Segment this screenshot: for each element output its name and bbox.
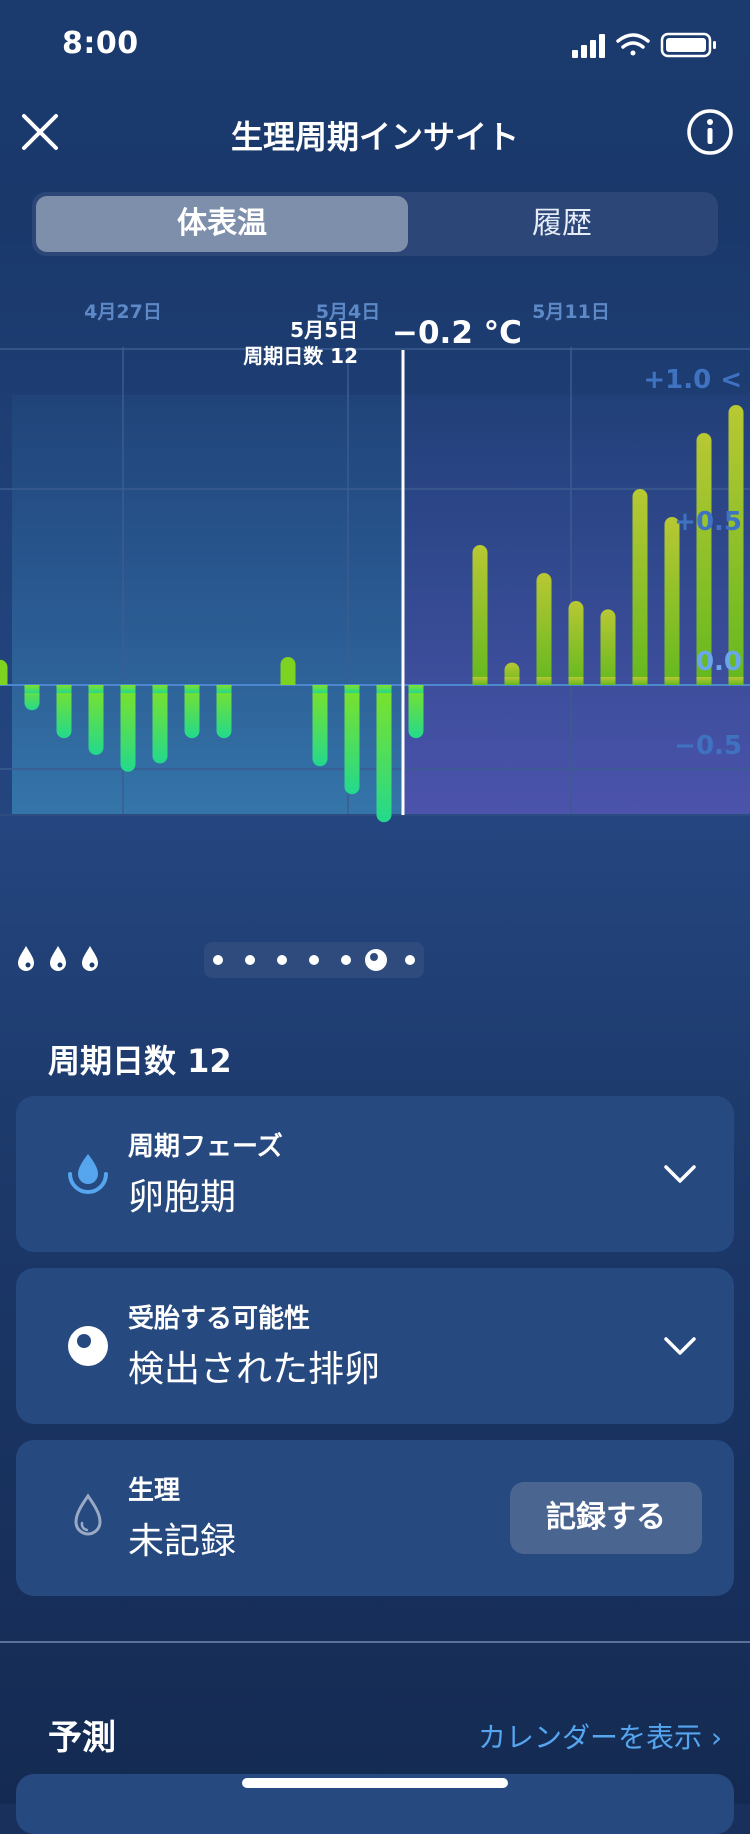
drop-icon bbox=[50, 946, 66, 971]
y-tick-label: 0.0 bbox=[696, 647, 742, 677]
chevron-down-icon[interactable] bbox=[662, 1328, 698, 1364]
pager-dot-active[interactable] bbox=[364, 948, 388, 972]
pager-dot[interactable] bbox=[245, 955, 255, 965]
temperature-bar[interactable] bbox=[152, 685, 168, 764]
temperature-bar[interactable] bbox=[312, 685, 328, 767]
info-icon[interactable] bbox=[686, 108, 734, 156]
phase-drop-icon bbox=[68, 1154, 108, 1194]
y-tick-label: +0.5 bbox=[674, 507, 742, 537]
temperature-bar-base bbox=[472, 677, 488, 685]
temperature-bar-base bbox=[120, 685, 136, 693]
wifi-icon bbox=[616, 33, 650, 56]
signal-icon bbox=[572, 34, 605, 58]
chart-pager[interactable] bbox=[204, 942, 424, 978]
temperature-bar-base bbox=[280, 677, 296, 685]
battery-icon bbox=[660, 32, 716, 58]
pager-dot[interactable] bbox=[405, 955, 415, 965]
page-title: 生理周期インサイト bbox=[230, 118, 519, 156]
tab-body-temperature[interactable]: 体表温 bbox=[36, 196, 408, 252]
drop-icon bbox=[18, 946, 34, 971]
x-tick-label: 5月11日 bbox=[532, 301, 610, 323]
prediction-title: 予測 bbox=[48, 1718, 116, 1758]
cycle-phase-card[interactable]: 周期フェーズ 卵胞期 bbox=[16, 1096, 734, 1252]
card-value: 未記録 bbox=[128, 1521, 237, 1562]
temperature-bar-base bbox=[344, 685, 360, 693]
fertility-card[interactable]: 受胎する可能性 検出された排卵 bbox=[16, 1268, 734, 1424]
cycle-day-title: 周期日数 12 bbox=[48, 1042, 232, 1080]
record-button[interactable]: 記録する bbox=[510, 1482, 702, 1554]
temperature-bar[interactable] bbox=[88, 685, 104, 755]
pager-dot[interactable] bbox=[309, 955, 319, 965]
home-indicator bbox=[242, 1778, 508, 1788]
temperature-bar[interactable] bbox=[632, 489, 648, 685]
period-card: 生理 未記録 記録する bbox=[16, 1440, 734, 1596]
status-icons bbox=[572, 32, 716, 58]
temperature-bar-base bbox=[184, 685, 200, 693]
card-value: 検出された排卵 bbox=[128, 1349, 381, 1390]
status-time: 8:00 bbox=[62, 26, 139, 61]
card-value: 卵胞期 bbox=[128, 1177, 237, 1218]
temperature-bar-base bbox=[728, 677, 744, 685]
temperature-bar-base bbox=[664, 677, 680, 685]
temperature-bar-base bbox=[376, 685, 392, 693]
temperature-bar[interactable] bbox=[664, 517, 680, 685]
temperature-bar[interactable] bbox=[728, 405, 744, 685]
pager-dot[interactable] bbox=[277, 955, 287, 965]
temperature-bar-base bbox=[600, 677, 616, 685]
temperature-bar[interactable] bbox=[120, 685, 136, 772]
temperature-bar-base bbox=[88, 685, 104, 693]
period-drop-icon bbox=[74, 1493, 102, 1536]
temperature-bar-base bbox=[56, 685, 72, 693]
temperature-bar-base bbox=[696, 677, 712, 685]
temperature-bar[interactable] bbox=[536, 573, 552, 685]
temperature-bar-base bbox=[216, 685, 232, 693]
temperature-bar[interactable] bbox=[376, 685, 392, 823]
card-label: 生理 bbox=[128, 1476, 181, 1506]
temperature-bar[interactable] bbox=[344, 685, 360, 795]
temperature-bar-base bbox=[312, 685, 328, 693]
section-divider bbox=[0, 1641, 750, 1643]
temperature-bar[interactable] bbox=[600, 609, 616, 685]
temperature-bar-base bbox=[504, 677, 520, 685]
x-tick-label: 4月27日 bbox=[84, 301, 162, 323]
ovulation-icon bbox=[68, 1326, 108, 1366]
temperature-bar-base bbox=[152, 685, 168, 693]
phase-drop-icons bbox=[18, 946, 98, 971]
temperature-bar-base bbox=[536, 677, 552, 685]
temperature-chart[interactable]: 4月27日 5月4日 5月11日+1.0 <+0.50.0−0.55月5日周期日数 … bbox=[0, 285, 750, 940]
card-label: 受胎する可能性 bbox=[128, 1304, 311, 1334]
selected-cycle-day-label: 周期日数 12 bbox=[243, 344, 358, 368]
temperature-bar-base bbox=[0, 677, 8, 685]
tab-history[interactable]: 履歴 bbox=[410, 196, 714, 252]
y-tick-label: −0.5 bbox=[674, 731, 742, 761]
temperature-bar-base bbox=[568, 677, 584, 685]
past-shade bbox=[12, 395, 403, 815]
temperature-bar-base bbox=[408, 685, 424, 693]
show-calendar-link[interactable]: カレンダーを表示 › bbox=[478, 1716, 722, 1756]
card-label: 周期フェーズ bbox=[128, 1132, 283, 1162]
temperature-bar[interactable] bbox=[568, 601, 584, 685]
temperature-bar[interactable] bbox=[472, 545, 488, 685]
selected-value-label: −0.2 °C bbox=[392, 315, 522, 351]
temperature-bar-base bbox=[632, 677, 648, 685]
y-tick-label: +1.0 < bbox=[643, 365, 742, 395]
selected-date-label: 5月5日 bbox=[290, 318, 358, 342]
temperature-bar-base bbox=[24, 685, 40, 693]
segmented-control: 体表温 履歴 bbox=[32, 192, 718, 256]
pager-dot[interactable] bbox=[341, 955, 351, 965]
drop-icon bbox=[82, 946, 98, 971]
chevron-down-icon[interactable] bbox=[662, 1156, 698, 1192]
pager-dot[interactable] bbox=[213, 955, 223, 965]
